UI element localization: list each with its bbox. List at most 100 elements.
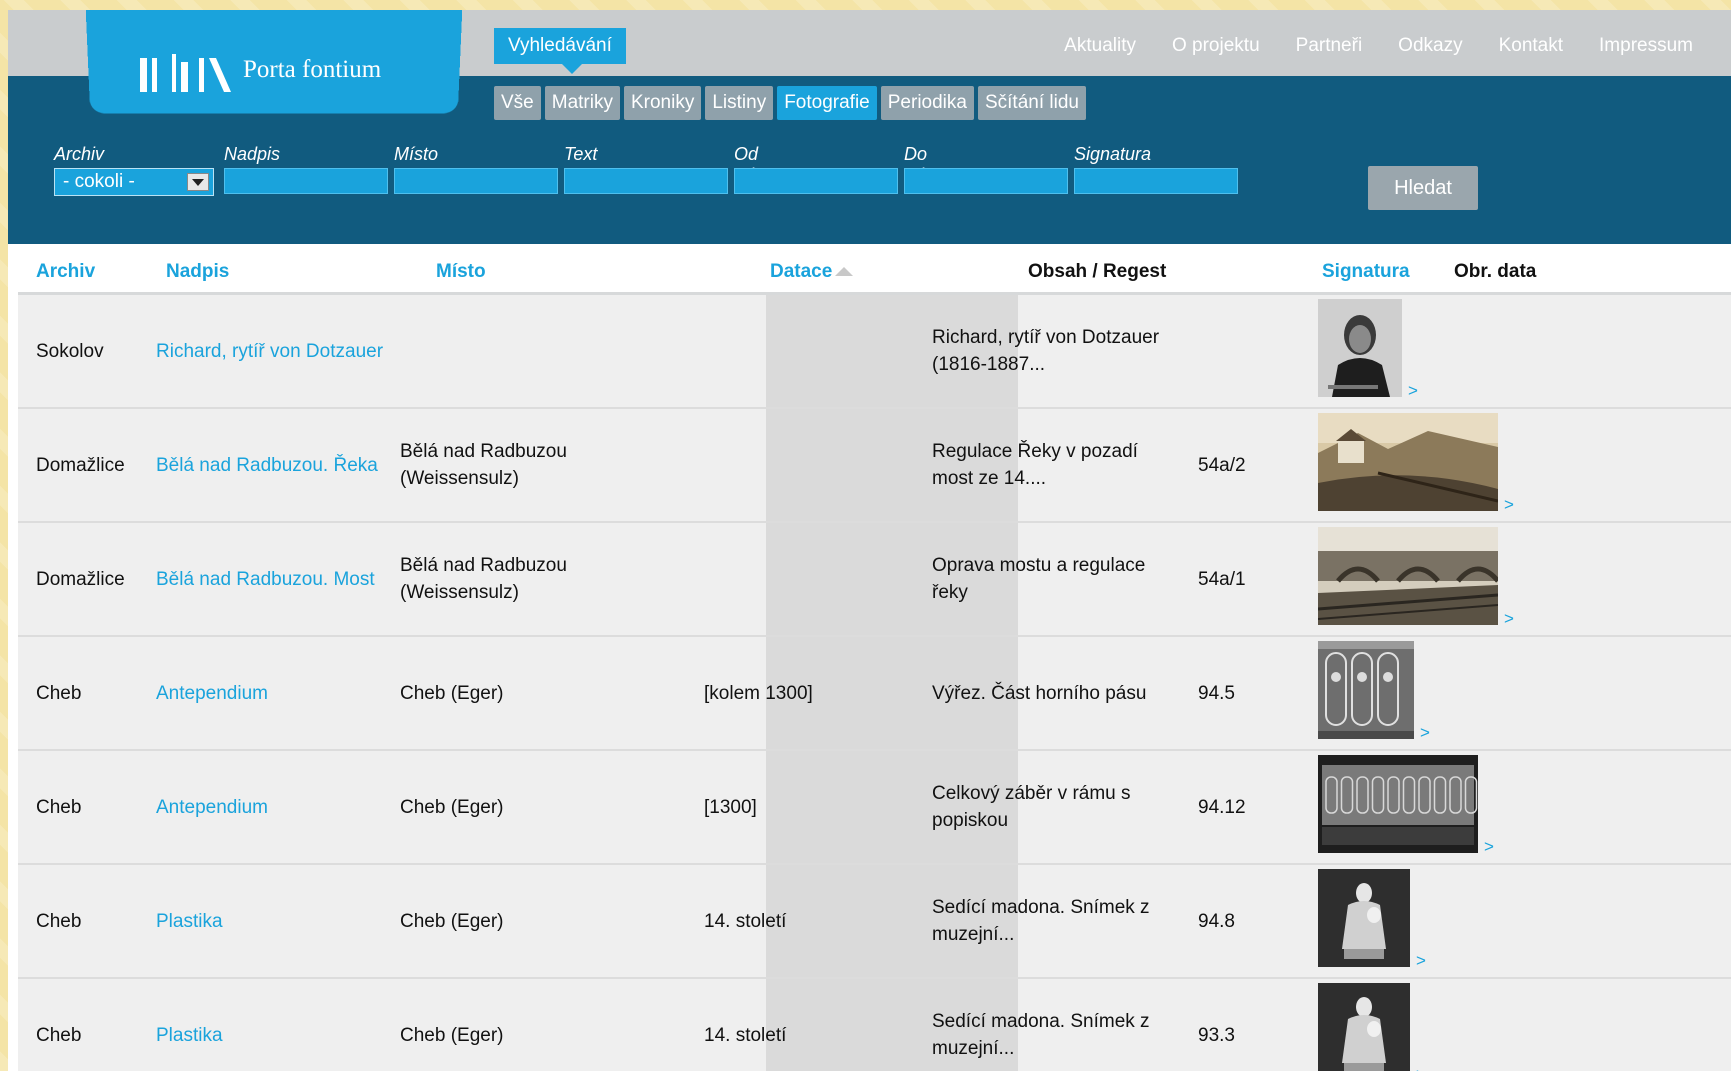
cell-nadpis-link[interactable]: Plastika <box>156 979 386 1071</box>
table-row[interactable]: Cheb Antependium Cheb (Eger) [1300] Celkový … <box>18 751 1731 865</box>
sort-ascending-icon <box>835 267 854 277</box>
more-link[interactable]: > <box>1504 495 1514 515</box>
misto-input[interactable] <box>394 168 558 194</box>
archiv-select-value: - cokoli - <box>63 171 135 192</box>
column-obr-data: Obr. data <box>1454 261 1537 282</box>
table-body: Sokolov Richard, rytíř von Dotzauer Richar… <box>18 295 1731 1071</box>
logo-icon <box>140 54 231 92</box>
cell-signatura: 54a/2 <box>1198 454 1246 476</box>
column-archiv[interactable]: Archiv <box>36 244 95 300</box>
table-row[interactable]: Domažlice Bělá nad Radbuzou. Most Bělá nad… <box>18 523 1731 637</box>
do-roku-input[interactable] <box>904 168 1068 194</box>
more-link[interactable]: > <box>1416 951 1426 971</box>
cell-misto <box>400 295 660 407</box>
column-datace-label: Datace <box>770 261 833 282</box>
tab-kroniky[interactable]: Kroniky <box>623 86 702 120</box>
cell-signatura: 94.8 <box>1198 910 1235 932</box>
table-row[interactable]: Cheb Antependium Cheb (Eger) [kolem 1300] Vý… <box>18 637 1731 751</box>
tab-periodika[interactable]: Periodika <box>880 86 974 120</box>
cell-datace: [1300] <box>704 796 757 818</box>
cell-archiv: Cheb <box>36 796 82 818</box>
thumbnail-image[interactable] <box>1318 983 1410 1071</box>
cell-signatura <box>1198 295 1308 407</box>
cell-archiv: Cheb <box>36 682 82 704</box>
cell-signatura: 94.5 <box>1198 682 1235 704</box>
od-roku-input[interactable] <box>734 168 898 194</box>
thumbnail-image[interactable] <box>1318 641 1414 739</box>
column-misto[interactable]: Místo <box>436 244 486 300</box>
cell-obsah: Richard, rytíř von Dotzauer (1816-1887..… <box>932 327 1160 375</box>
text-input[interactable] <box>564 168 728 194</box>
page: Porta fontium Vyhledávání Aktuality O pr… <box>8 10 1731 1071</box>
nav-impressum[interactable]: Impressum <box>1599 28 1693 64</box>
tab-listiny[interactable]: Listiny <box>705 86 774 120</box>
thumbnail-image[interactable] <box>1317 527 1500 625</box>
nav-aktuality[interactable]: Aktuality <box>1064 28 1136 64</box>
column-datace[interactable]: Datace <box>770 244 854 300</box>
cell-nadpis-link[interactable]: Richard, rytíř von Dotzauer <box>156 295 386 407</box>
cell-archiv: Sokolov <box>36 340 104 362</box>
search-button[interactable]: Hledat <box>1368 166 1478 210</box>
thumbnail-image[interactable] <box>1318 755 1478 853</box>
cell-nadpis-link[interactable]: Antependium <box>156 637 386 749</box>
cell-misto: Cheb (Eger) <box>400 1024 504 1046</box>
more-link[interactable]: > <box>1484 837 1494 857</box>
cell-misto: Cheb (Eger) <box>400 682 504 704</box>
logo-text: Porta fontium <box>243 56 382 83</box>
top-nav: Aktuality O projektu Partneři Odkazy Kon… <box>1064 28 1693 64</box>
cell-archiv: Cheb <box>36 1024 82 1046</box>
cell-datace <box>704 523 924 635</box>
cell-datace: 14. století <box>704 910 787 932</box>
table-row[interactable]: Domažlice Bělá nad Radbuzou. Řeka Bělá nad… <box>18 409 1731 523</box>
cell-obsah: Celkový záběr v rámu s popiskou <box>932 783 1131 831</box>
more-link[interactable]: > <box>1408 381 1418 401</box>
more-link[interactable]: > <box>1420 723 1430 743</box>
cell-datace <box>704 295 924 407</box>
cell-nadpis-link[interactable]: Bělá nad Radbuzou. Řeka <box>156 409 386 521</box>
cell-obsah: Regulace Řeky v pozadí most ze 14.... <box>932 441 1138 489</box>
nav-partneri[interactable]: Partneři <box>1296 28 1363 64</box>
cell-datace: 14. století <box>704 1024 787 1046</box>
logo-slash-icon <box>209 58 231 92</box>
cell-obsah: Sedící madona. Snímek z muzejní... <box>932 897 1150 945</box>
cell-datace: [kolem 1300] <box>704 682 813 704</box>
text-label: Text <box>564 144 598 164</box>
tab-vyhledavani[interactable]: Vyhledávání <box>494 28 626 74</box>
cell-nadpis-link[interactable]: Bělá nad Radbuzou. Most <box>156 523 386 635</box>
tab-fotografie[interactable]: Fotografie <box>777 86 877 120</box>
more-link[interactable]: > <box>1504 609 1514 629</box>
tab-matriky[interactable]: Matriky <box>544 86 620 120</box>
table-row[interactable]: Cheb Plastika Cheb (Eger) 14. století Sedící… <box>18 979 1731 1071</box>
table-row[interactable]: Cheb Plastika Cheb (Eger) 14. století Sedící… <box>18 865 1731 979</box>
signatura-input[interactable] <box>1074 168 1238 194</box>
nadpis-label: Nadpis <box>224 144 281 164</box>
table-row[interactable]: Sokolov Richard, rytíř von Dotzauer Richar… <box>18 295 1731 409</box>
tab-scitani-lidu[interactable]: Sčítání lidu <box>977 86 1086 120</box>
cell-nadpis-link[interactable]: Antependium <box>156 751 386 863</box>
column-signatura[interactable]: Signatura <box>1322 244 1410 300</box>
archiv-select[interactable]: - cokoli - <box>54 168 214 196</box>
nav-odkazy[interactable]: Odkazy <box>1398 28 1462 64</box>
chevron-down-icon[interactable] <box>187 173 209 191</box>
category-tabs: Vše Matriky Kroniky Listiny Fotografie P… <box>494 86 1086 120</box>
cell-misto: Bělá nad Radbuzou (Weissensulz) <box>400 441 567 489</box>
nadpis-input[interactable] <box>224 168 388 194</box>
tab-vse[interactable]: Vše <box>494 86 541 120</box>
nav-o-projektu[interactable]: O projektu <box>1172 28 1260 64</box>
cell-misto: Bělá nad Radbuzou (Weissensulz) <box>400 555 567 603</box>
more-link[interactable]: > <box>1416 1065 1426 1071</box>
cell-signatura: 54a/1 <box>1198 568 1246 590</box>
thumbnail-image[interactable] <box>1318 413 1499 511</box>
cell-archiv: Cheb <box>36 910 82 932</box>
cell-misto: Cheb (Eger) <box>400 910 504 932</box>
cell-obsah: Výřez. Část horního pásu <box>932 682 1147 704</box>
thumbnail-image[interactable] <box>1318 299 1402 397</box>
cell-signatura: 93.3 <box>1198 1024 1235 1046</box>
column-nadpis[interactable]: Nadpis <box>166 244 229 300</box>
logo[interactable]: Porta fontium <box>140 32 381 92</box>
cell-nadpis-link[interactable]: Plastika <box>156 865 386 977</box>
cell-misto: Cheb (Eger) <box>400 796 504 818</box>
nav-kontakt[interactable]: Kontakt <box>1499 28 1563 64</box>
thumbnail-image[interactable] <box>1318 869 1410 967</box>
cell-datace <box>704 409 924 521</box>
